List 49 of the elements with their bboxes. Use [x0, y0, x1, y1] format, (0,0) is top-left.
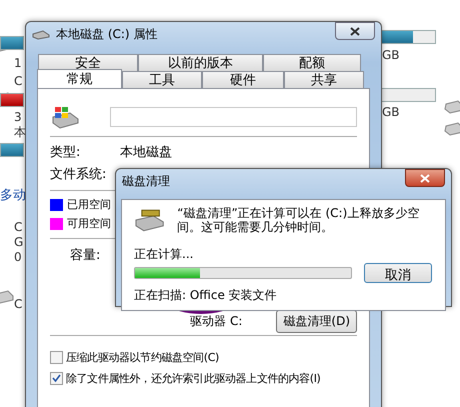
window-title: 本地磁盘 (C:) 属性: [56, 26, 158, 42]
drive-label: 1: [14, 56, 22, 70]
drive-icon: [0, 290, 14, 304]
close-button[interactable]: [335, 22, 375, 40]
cancel-button[interactable]: 取消: [364, 263, 432, 283]
window-title: 磁盘清理: [122, 172, 170, 190]
checkbox-label: 除了文件属性外，还允许索引此驱动器上文件的内容(I): [66, 371, 320, 386]
info-value: 本地磁盘: [120, 144, 173, 161]
drive-size-label: GB: [382, 48, 400, 62]
cleanup-message: “磁盘清理”正在计算可以在 (C:)上释放多少空间。这可能需要几分钟时间。: [177, 206, 420, 234]
tab[interactable]: 硬件: [202, 71, 284, 88]
drive-usage-bar: [0, 143, 24, 157]
info-label: 类型:: [50, 144, 82, 161]
drive-label: C: [14, 297, 22, 311]
drive-label: 3: [14, 110, 22, 124]
section-heading: 多动: [0, 187, 26, 204]
drive-label: C: [14, 74, 22, 88]
capacity-label: 容量:: [70, 247, 100, 264]
checkbox[interactable]: [50, 351, 63, 364]
drive-label: 本: [14, 124, 26, 141]
disk-cleanup-button[interactable]: 磁盘清理(D): [276, 310, 357, 333]
tab[interactable]: 以前的版本: [138, 54, 263, 71]
close-icon: [350, 26, 360, 36]
legend-label: 已用空间: [67, 197, 111, 212]
scan-status: 正在扫描: Office 安装文件: [134, 287, 278, 304]
drive-icon: [444, 100, 460, 114]
tab[interactable]: 常规: [37, 69, 122, 88]
drive-usage-bar: [0, 93, 24, 107]
name-field[interactable]: [110, 107, 357, 127]
tab[interactable]: 工具: [122, 71, 202, 88]
drive-size-label: GB: [382, 105, 400, 119]
tab[interactable]: 配额: [263, 54, 361, 71]
drive-icon: [32, 28, 50, 40]
drive-label: 驱动器 C:: [190, 313, 242, 330]
drive-icon: [444, 122, 460, 136]
status-text: 正在计算...: [134, 246, 194, 263]
drive-label: G: [14, 235, 24, 249]
info-label: 文件系统:: [50, 166, 108, 183]
drive-usage-bar: [0, 36, 24, 50]
tab[interactable]: 共享: [284, 71, 364, 88]
drive-icon: [50, 105, 80, 129]
drive-label: C: [14, 220, 22, 234]
close-button[interactable]: [405, 169, 445, 187]
drive-label: 0: [14, 250, 22, 264]
checkbox[interactable]: [50, 372, 63, 385]
legend-label: 可用空间: [67, 216, 111, 231]
checkbox-label: 压缩此驱动器以节约磁盘空间(C): [66, 350, 219, 365]
close-icon: [420, 174, 430, 182]
tab[interactable]: 安全: [38, 54, 138, 71]
